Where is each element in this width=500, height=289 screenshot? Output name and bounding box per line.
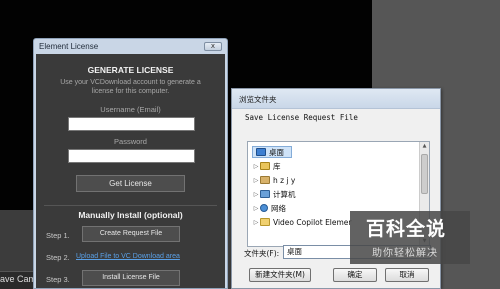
watermark-logo: 百科全说 助你轻松解决 bbox=[350, 211, 470, 264]
license-heading: GENERATE LICENSE bbox=[87, 65, 174, 75]
tree-item-label: 网络 bbox=[271, 203, 286, 213]
tree-item-label: h z j y bbox=[273, 175, 296, 185]
get-license-button[interactable]: Get License bbox=[76, 175, 185, 192]
tree-item-user[interactable]: ▷ h z j y bbox=[252, 174, 296, 186]
dialog-title: 浏览文件夹 bbox=[239, 95, 277, 104]
expand-arrow-icon[interactable]: ▷ bbox=[252, 177, 260, 184]
username-label: Username (Email) bbox=[100, 105, 161, 114]
license-description: Use your VCDownload account to generate … bbox=[60, 79, 201, 95]
upload-file-link[interactable]: Upload File to VC Download area bbox=[76, 253, 180, 260]
expand-arrow-icon[interactable]: ▷ bbox=[252, 219, 260, 226]
license-window: Element License x GENERATE LICENSE Use y… bbox=[33, 38, 228, 289]
step-2-label: Step 2. bbox=[46, 253, 70, 262]
tree-item-video-copilot[interactable]: ▷ Video Copilot Elemer bbox=[252, 216, 352, 228]
folder-name-label: 文件夹(F): bbox=[244, 249, 280, 258]
library-icon bbox=[260, 162, 270, 170]
tree-item-network[interactable]: ▷ 网络 bbox=[252, 202, 286, 214]
tree-item-label: 库 bbox=[273, 161, 281, 171]
install-license-file-button[interactable]: Install License File bbox=[82, 270, 180, 286]
password-field[interactable] bbox=[68, 149, 195, 163]
cancel-button[interactable]: 取消 bbox=[385, 268, 429, 282]
tree-item-label: 桌面 bbox=[269, 147, 284, 157]
expand-arrow-icon[interactable]: ▷ bbox=[252, 163, 260, 170]
dialog-titlebar[interactable]: 浏览文件夹 bbox=[232, 89, 440, 109]
license-panel: GENERATE LICENSE Use your VCDownload acc… bbox=[36, 54, 225, 288]
tree-item-library[interactable]: ▷ 库 bbox=[252, 160, 281, 172]
step-3-label: Step 3. bbox=[46, 275, 70, 284]
tree-item-computer[interactable]: ▷ 计算机 bbox=[252, 188, 296, 200]
scroll-thumb[interactable] bbox=[421, 154, 428, 194]
watermark-title: 百科全说 bbox=[366, 218, 447, 240]
tree-item-desktop[interactable]: 桌面 bbox=[252, 146, 292, 158]
computer-icon bbox=[260, 190, 270, 198]
password-label: Password bbox=[114, 137, 147, 146]
scroll-up-icon[interactable]: ▲ bbox=[420, 142, 429, 151]
expand-arrow-icon[interactable]: ▷ bbox=[252, 191, 260, 198]
user-folder-icon bbox=[260, 176, 270, 184]
tree-item-label: Video Copilot Elemer bbox=[273, 217, 352, 227]
folder-icon bbox=[260, 218, 270, 226]
ok-button[interactable]: 确定 bbox=[333, 268, 377, 282]
watermark-subtitle: 助你轻松解决 bbox=[372, 248, 438, 259]
close-icon[interactable]: x bbox=[204, 42, 222, 51]
dialog-caption: Save License Request File bbox=[245, 113, 358, 122]
expand-arrow-icon[interactable]: ▷ bbox=[252, 205, 260, 212]
license-window-title: Element License bbox=[39, 42, 99, 51]
divider bbox=[44, 205, 217, 206]
desktop-icon bbox=[256, 148, 266, 156]
new-folder-button[interactable]: 新建文件夹(M) bbox=[249, 268, 311, 282]
step-1-label: Step 1. bbox=[46, 231, 70, 240]
create-request-file-button[interactable]: Create Request File bbox=[82, 226, 180, 242]
network-icon bbox=[260, 204, 268, 212]
tree-item-label: 计算机 bbox=[273, 189, 296, 199]
username-field[interactable] bbox=[68, 117, 195, 131]
manual-install-heading: Manually Install (optional) bbox=[78, 210, 183, 220]
status-bar: ave Camera bbox=[0, 271, 49, 289]
